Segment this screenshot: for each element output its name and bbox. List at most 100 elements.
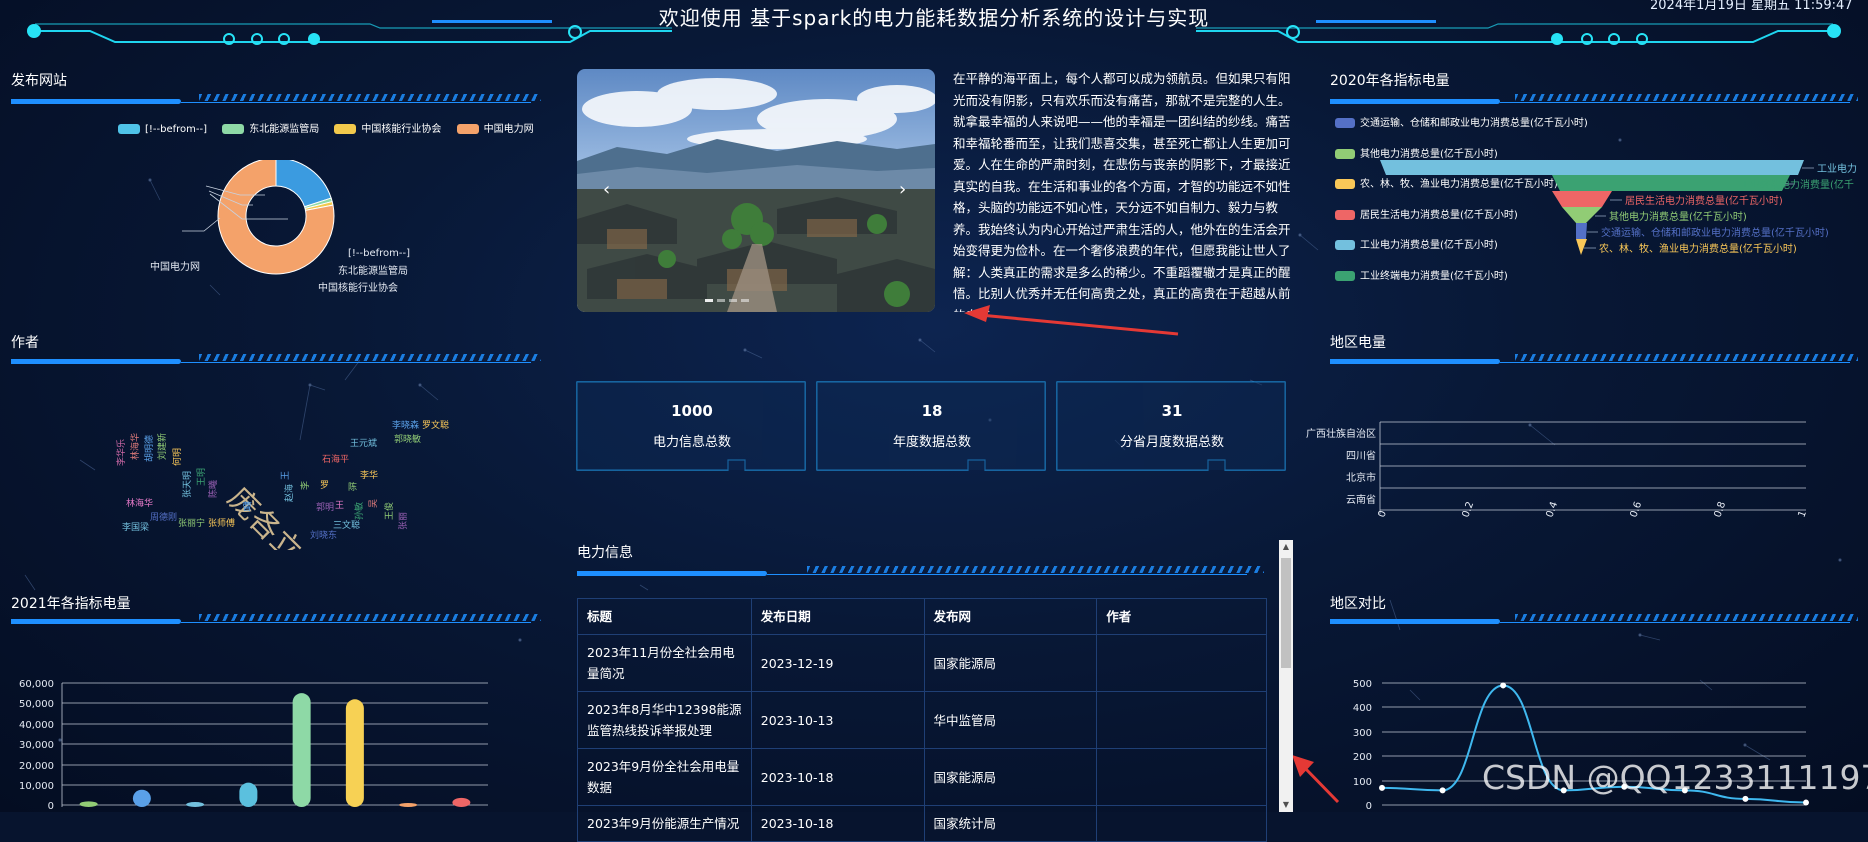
svg-text:林海华: 林海华 <box>129 433 141 460</box>
watermark: CSDN @QQ1233111197 <box>1482 758 1868 797</box>
svg-text:刘晓东: 刘晓东 <box>310 529 337 541</box>
svg-text:吴: 吴 <box>368 499 379 508</box>
legend-item[interactable]: 东北能源监管局 <box>222 124 319 135</box>
stat-label: 分省月度数据总数 <box>1119 435 1224 450</box>
svg-text:周德刚: 周德刚 <box>150 511 177 523</box>
svg-text:李华: 李华 <box>360 469 378 481</box>
table-header-row: 标题 发布日期 发布网 作者 <box>577 598 1267 635</box>
svg-text:王元斌: 王元斌 <box>350 437 377 449</box>
annotation-arrow-icon <box>964 305 1179 336</box>
bar[interactable] <box>79 801 98 807</box>
svg-text:陈: 陈 <box>348 481 357 493</box>
bar[interactable] <box>345 699 364 807</box>
svg-text:张丽宁: 张丽宁 <box>178 517 205 529</box>
slider-next-button[interactable]: › <box>899 179 906 200</box>
stat-label: 电力信息总数 <box>652 435 731 450</box>
legend-item[interactable]: 工业终端电力消费量(亿千瓦小时) <box>1335 267 1508 282</box>
stat-label: 年度数据总数 <box>892 435 971 450</box>
funnel-layer[interactable] <box>1576 239 1587 255</box>
x-tick: 0 <box>1376 509 1389 519</box>
funnel-label: 其他电力消费总量(亿千瓦小时) <box>1609 210 1747 223</box>
y-tick: 0 <box>48 801 54 812</box>
table-row[interactable]: 2023年8月华中12398能源监管热线投诉举报处理 2023-10-13 华中… <box>577 691 1267 749</box>
svg-text:王俊: 王俊 <box>383 502 395 520</box>
bar[interactable] <box>186 801 205 807</box>
panel-bar-region <box>1330 354 1858 364</box>
cell-title[interactable]: 2023年9月份全社会用电量数据 <box>577 748 752 806</box>
column-header[interactable]: 标题 <box>577 598 752 635</box>
cell-title[interactable]: 2023年9月份能源生产情况 <box>577 805 752 842</box>
legend-item[interactable]: 交通运输、仓储和邮政业电力消费总量(亿千瓦小时) <box>1335 114 1588 129</box>
svg-text:罗: 罗 <box>320 480 329 491</box>
stat-card-yearly-total: 18 年度数据总数 <box>817 382 1047 472</box>
funnel-layer[interactable] <box>1562 207 1602 223</box>
legend-item[interactable]: 中国核能行业协会 <box>334 124 441 135</box>
cell-title[interactable]: 2023年11月份全社会用电量简况 <box>577 634 752 692</box>
bar[interactable] <box>399 802 418 807</box>
author-word-cloud: 庞各立 李华乐 林海华 胡明德 刘建新 何明 张天明 王明 陈曦 林海华 周德刚… <box>100 390 480 569</box>
stat-card-info-total: 1000 电力信息总数 <box>577 382 807 472</box>
table-row[interactable]: 2023年9月份能源生产情况 2023-10-18 国家统计局 <box>577 805 1267 842</box>
column-header[interactable]: 发布日期 <box>750 598 925 635</box>
scroll-thumb[interactable] <box>1281 558 1291 668</box>
table-row[interactable]: 2023年11月份全社会用电量简况 2023-12-19 国家能源局 <box>577 634 1267 692</box>
bar[interactable] <box>239 782 258 807</box>
column-header[interactable]: 作者 <box>1096 598 1267 635</box>
bar[interactable] <box>452 797 471 807</box>
y-tick: 500 <box>1353 679 1372 690</box>
funnel-layer[interactable] <box>1380 160 1804 175</box>
data-point[interactable] <box>1803 799 1809 806</box>
column-header[interactable]: 发布网 <box>923 598 1098 635</box>
word-cloud-graphic: 庞各立 李华乐 林海华 胡明德 刘建新 何明 张天明 王明 陈曦 林海华 周德刚… <box>115 419 449 569</box>
scroll-down-icon[interactable]: ▼ <box>1279 798 1293 812</box>
svg-text:孙敏: 孙敏 <box>353 502 365 520</box>
scroll-up-icon[interactable]: ▲ <box>1279 540 1293 554</box>
region-category: 北京市 <box>1346 471 1376 484</box>
cell-author <box>1096 634 1267 692</box>
funnel-label: 交通运输、仓储和邮政业电力消费总量(亿千瓦小时) <box>1601 226 1829 239</box>
cell-title[interactable]: 2023年8月华中12398能源监管热线投诉举报处理 <box>577 691 752 749</box>
data-point[interactable] <box>1439 787 1446 794</box>
svg-text:曹: 曹 <box>242 500 252 513</box>
region-category: 四川省 <box>1346 449 1376 462</box>
panel-title-2020: 2020年各指标电量 <box>1330 73 1450 89</box>
bar[interactable] <box>132 789 151 807</box>
donut-slice[interactable] <box>275 160 332 208</box>
svg-text:刘建新: 刘建新 <box>156 433 168 460</box>
svg-text:庞各立: 庞各立 <box>220 481 308 550</box>
funnel-label: 工业终端电力消费量(亿千 <box>1740 178 1854 191</box>
panel-bar-compare <box>1330 614 1858 624</box>
x-tick: 0.2 <box>1460 500 1476 519</box>
panel-bar-author <box>11 354 541 364</box>
svg-text:张师傅: 张师傅 <box>208 517 235 529</box>
y-tick: 300 <box>1353 728 1372 739</box>
panel-title-info: 电力信息 <box>577 545 633 561</box>
cell-author <box>1096 691 1267 749</box>
table-row[interactable]: 2023年9月份全社会用电量数据 2023-10-18 国家能源局 <box>577 748 1267 806</box>
panel-bar-2021 <box>11 614 541 624</box>
region-bar-chart: 广西壮族自治区 四川省 北京市 云南省 0 0.2 0.4 0.6 0.8 1 <box>1306 421 1809 519</box>
data-point[interactable] <box>1379 784 1385 791</box>
funnel-label: 居民生活电力消费总量(亿千瓦小时) <box>1625 194 1783 207</box>
panel-bar-info <box>577 566 1267 576</box>
data-point[interactable] <box>1500 682 1507 689</box>
cell-date: 2023-10-18 <box>750 805 925 842</box>
funnel-layer[interactable] <box>1576 223 1587 239</box>
cell-source: 国家能源局 <box>923 748 1098 806</box>
image-slider[interactable]: ‹ › <box>577 69 935 312</box>
panel-bar-sites <box>11 94 541 104</box>
legend-item[interactable]: [!--befrom--] <box>118 124 207 135</box>
funnel-layer[interactable] <box>1552 191 1612 207</box>
panel-title-region: 地区电量 <box>1330 335 1386 351</box>
legend-item[interactable]: 中国电力网 <box>456 124 534 135</box>
x-tick: 0.4 <box>1544 500 1560 519</box>
bar[interactable] <box>292 693 311 807</box>
donut-label: 中国电力网 <box>150 260 200 273</box>
y-tick: 60,000 <box>19 679 54 690</box>
slider-prev-button[interactable]: ‹ <box>603 179 610 200</box>
region-category: 云南省 <box>1346 493 1376 506</box>
info-scrollbar[interactable]: ▲ ▼ <box>1279 540 1293 812</box>
panel-title-compare: 地区对比 <box>1330 596 1386 612</box>
donut-label: [!--befrom--] <box>348 248 410 259</box>
svg-text:林海华: 林海华 <box>126 497 153 509</box>
